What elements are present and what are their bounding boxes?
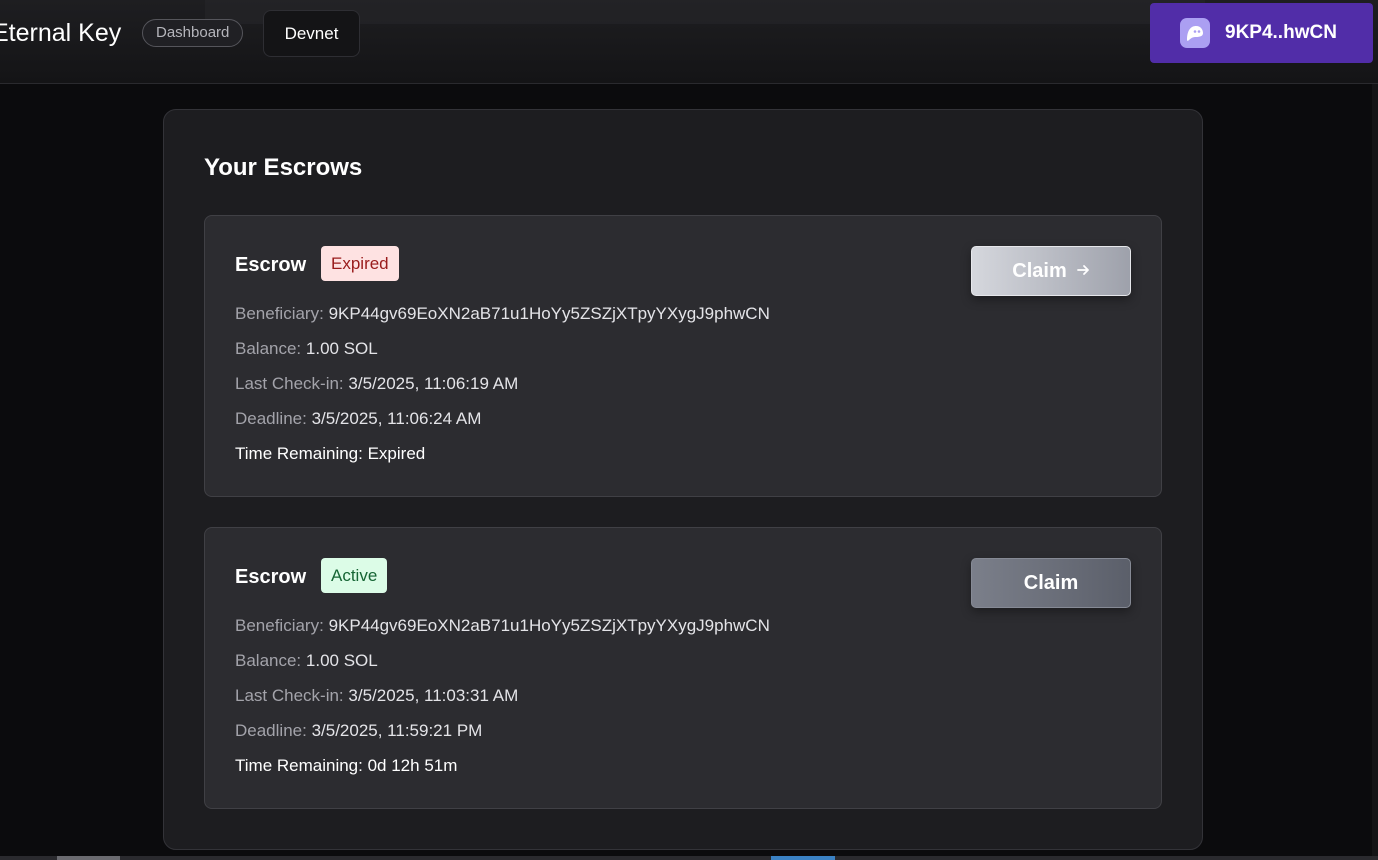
deadline-field: Deadline: 3/5/2025, 11:59:21 PM <box>235 721 482 741</box>
bottom-indicator-active <box>771 856 835 860</box>
claim-label: Claim <box>1023 571 1079 594</box>
claim-button[interactable]: Claim <box>971 246 1131 296</box>
claim-label: Claim <box>1012 259 1067 282</box>
bottom-strip <box>0 856 1378 860</box>
arrow-right-icon <box>1076 263 1090 280</box>
deadline-value: 3/5/2025, 11:06:24 AM <box>311 409 482 428</box>
top-header: Eternal Key Dashboard Devnet 9KP4..hwCN <box>0 0 1378 84</box>
balance-field: Balance: 1.00 SOL <box>235 339 378 359</box>
page-title: Your Escrows <box>204 154 363 181</box>
deadline-label: Deadline: <box>235 721 307 740</box>
balance-value: 1.00 SOL <box>305 339 378 358</box>
ghost-icon <box>1180 18 1210 48</box>
time-remaining-field: Time Remaining: Expired <box>235 444 425 464</box>
dashboard-pill[interactable]: Dashboard <box>142 19 244 47</box>
last-checkin-value: 3/5/2025, 11:06:19 AM <box>348 374 519 393</box>
bottom-indicator <box>57 856 120 860</box>
last-checkin-field: Last Check-in: 3/5/2025, 11:06:19 AM <box>235 374 518 394</box>
escrows-panel: Your Escrows Escrow Expired Claim Benefi… <box>163 109 1203 850</box>
time-remaining-value: Expired <box>367 444 426 463</box>
escrow-card: Escrow Active Claim Beneficiary: 9KP44gv… <box>204 527 1162 809</box>
beneficiary-value: 9KP44gv69EoXN2aB71u1HoYy5ZSZjXTpyYXygJ9p… <box>328 304 770 323</box>
status-badge: Active <box>321 558 388 593</box>
balance-label: Balance: <box>235 651 302 670</box>
time-remaining-field: Time Remaining: 0d 12h 51m <box>235 756 457 776</box>
last-checkin-field: Last Check-in: 3/5/2025, 11:03:31 AM <box>235 686 518 706</box>
wallet-button[interactable]: 9KP4..hwCN <box>1150 3 1373 63</box>
time-remaining-label: Time Remaining: <box>235 756 363 775</box>
last-checkin-value: 3/5/2025, 11:03:31 AM <box>348 686 519 705</box>
time-remaining-value: 0d 12h 51m <box>367 756 458 775</box>
balance-label: Balance: <box>235 339 302 358</box>
status-badge: Expired <box>321 246 399 281</box>
network-button[interactable]: Devnet <box>263 10 360 57</box>
escrow-title: Escrow <box>235 254 307 276</box>
time-remaining-label: Time Remaining: <box>235 444 363 463</box>
claim-button[interactable]: Claim <box>971 558 1131 608</box>
beneficiary-field: Beneficiary: 9KP44gv69EoXN2aB71u1HoYy5ZS… <box>235 304 770 324</box>
beneficiary-label: Beneficiary: <box>235 304 324 323</box>
balance-field: Balance: 1.00 SOL <box>235 651 378 671</box>
beneficiary-value: 9KP44gv69EoXN2aB71u1HoYy5ZSZjXTpyYXygJ9p… <box>328 616 770 635</box>
deadline-value: 3/5/2025, 11:59:21 PM <box>311 721 483 740</box>
beneficiary-field: Beneficiary: 9KP44gv69EoXN2aB71u1HoYy5ZS… <box>235 616 770 636</box>
app-brand[interactable]: Eternal Key <box>0 18 121 48</box>
last-checkin-label: Last Check-in: <box>235 686 344 705</box>
deadline-label: Deadline: <box>235 409 307 428</box>
balance-value: 1.00 SOL <box>305 651 378 670</box>
vertical-scrollbar[interactable] <box>1372 84 1378 860</box>
deadline-field: Deadline: 3/5/2025, 11:06:24 AM <box>235 409 481 429</box>
beneficiary-label: Beneficiary: <box>235 616 324 635</box>
escrow-title: Escrow <box>235 566 307 588</box>
last-checkin-label: Last Check-in: <box>235 374 344 393</box>
wallet-address: 9KP4..hwCN <box>1225 22 1337 43</box>
escrow-card: Escrow Expired Claim Beneficiary: 9KP44g… <box>204 215 1162 497</box>
